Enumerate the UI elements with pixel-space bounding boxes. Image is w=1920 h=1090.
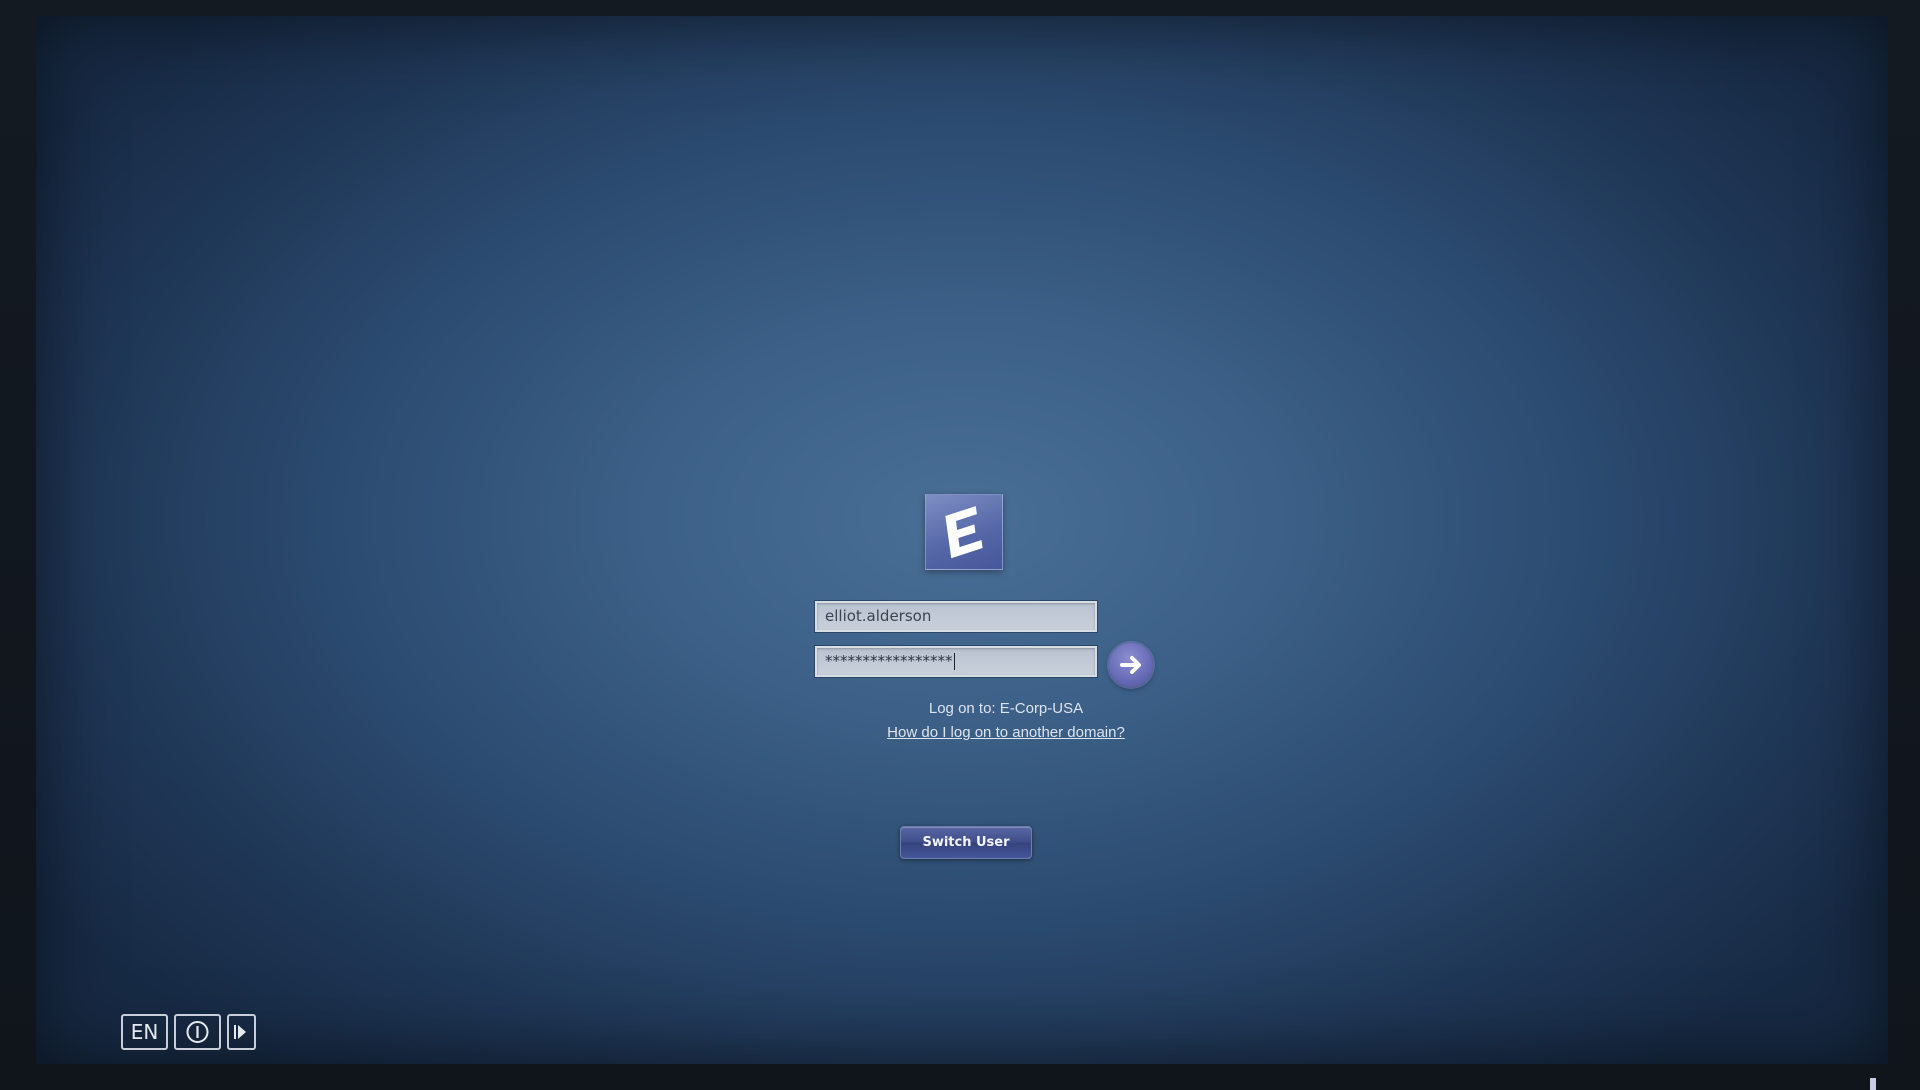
mouse-cursor bbox=[1870, 1078, 1876, 1090]
power-options-button[interactable] bbox=[227, 1014, 256, 1050]
password-value: ***************** bbox=[825, 652, 953, 670]
logon-domain-text: Log on to: E-Corp-USA bbox=[928, 700, 1084, 717]
username-value: elliot.alderson bbox=[825, 607, 932, 625]
ecorp-logo bbox=[925, 494, 1003, 570]
another-domain-link[interactable]: How do I log on to another domain? bbox=[815, 724, 1197, 741]
ease-of-access-icon bbox=[186, 1021, 209, 1043]
ecorp-logo-icon bbox=[945, 506, 983, 559]
login-screen: elliot.alderson ***************** Log on… bbox=[36, 16, 1888, 1064]
arrow-right-icon bbox=[1120, 656, 1141, 674]
password-field[interactable]: ***************** bbox=[815, 646, 1097, 677]
ease-of-access-button[interactable] bbox=[174, 1014, 221, 1050]
submit-arrow-button[interactable] bbox=[1109, 643, 1153, 687]
username-field[interactable]: elliot.alderson bbox=[815, 601, 1097, 632]
switch-user-button[interactable]: Switch User bbox=[900, 826, 1032, 859]
language-button[interactable]: EN bbox=[121, 1014, 168, 1050]
text-caret bbox=[953, 653, 955, 670]
shutdown-options-icon bbox=[234, 1025, 246, 1039]
monitor-bezel: elliot.alderson ***************** Log on… bbox=[0, 0, 1920, 1090]
